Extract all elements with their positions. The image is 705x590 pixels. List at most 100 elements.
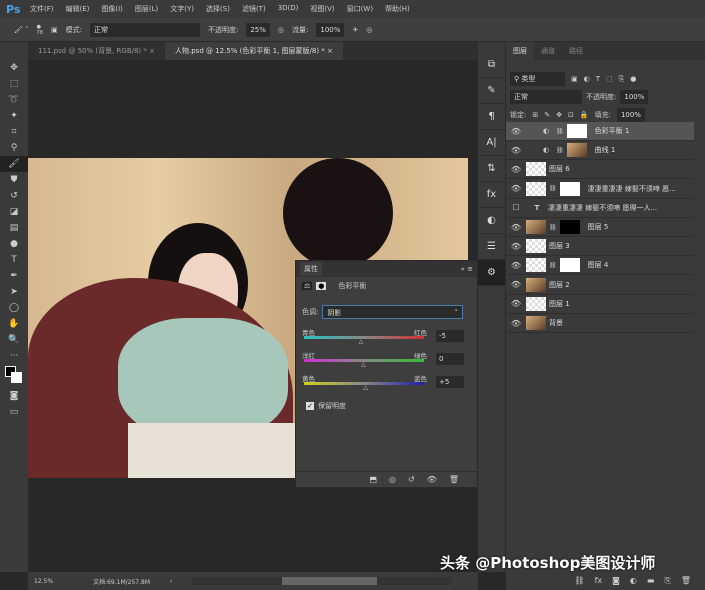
color-slider[interactable]: 洋红 绿色 △ 0 bbox=[296, 350, 479, 372]
layer-row[interactable]: 👁 图层 2 bbox=[506, 276, 694, 295]
lasso-tool-icon[interactable]: ➰ bbox=[0, 92, 28, 108]
brush-tool-icon[interactable]: 🖌 ˅ bbox=[14, 26, 29, 34]
menu-item[interactable]: 帮助(H) bbox=[385, 4, 410, 14]
adjustments-icon[interactable]: ◐ bbox=[478, 208, 505, 234]
layer-row[interactable]: 👁 ⛓ 凄凄重凄凄 嫁娶不须啼 愿... bbox=[506, 180, 694, 199]
status-menu-arrow[interactable]: › bbox=[170, 578, 172, 585]
new-layer-icon[interactable]: ⎘ bbox=[664, 576, 670, 586]
menu-item[interactable]: 3D(D) bbox=[278, 4, 299, 14]
layer-row[interactable]: 👁 背景 bbox=[506, 314, 694, 333]
marquee-tool-icon[interactable]: ⬚ bbox=[0, 76, 28, 92]
lock-position-icon[interactable]: ✥ bbox=[556, 111, 562, 119]
zoom-level[interactable]: 12.5% bbox=[34, 578, 53, 585]
flow-input[interactable]: 100% bbox=[316, 22, 345, 37]
filter-adjust-icon[interactable]: ◐ bbox=[584, 75, 590, 83]
eye-icon[interactable]: 👁 bbox=[506, 280, 526, 289]
filter-shape-icon[interactable]: ⬚ bbox=[606, 75, 613, 83]
menu-item[interactable]: 选择(S) bbox=[206, 4, 230, 14]
lock-all-icon[interactable]: 🔒 bbox=[580, 111, 589, 119]
menu-item[interactable]: 编辑(E) bbox=[66, 4, 90, 14]
eye-icon[interactable]: 👁 bbox=[506, 319, 526, 328]
layer-row[interactable]: 👁 ◐ ⛓ 曲线 1 bbox=[506, 141, 694, 161]
fill-input[interactable]: 100% bbox=[616, 108, 645, 122]
tab-111[interactable]: 111.psd @ 50% (背景, RGB/8) * × bbox=[28, 42, 165, 60]
menu-item[interactable]: 图层(L) bbox=[135, 4, 158, 14]
history-panel-icon[interactable]: ⧉ bbox=[478, 52, 505, 78]
lock-transparent-icon[interactable]: ⊞ bbox=[532, 111, 538, 119]
shape-tool-icon[interactable]: ◯ bbox=[0, 300, 28, 316]
eye-icon[interactable]: 👁 bbox=[506, 146, 526, 155]
paragraph-icon[interactable]: ¶ bbox=[478, 104, 505, 130]
layer-row[interactable]: 👁 ⛓ 图层 5 bbox=[506, 218, 694, 237]
reset-icon[interactable]: ↺ bbox=[408, 475, 415, 484]
menu-item[interactable]: 窗口(W) bbox=[347, 4, 373, 14]
visibility-icon[interactable]: 👁 bbox=[427, 475, 437, 484]
layer-filter-select[interactable]: ⚲ 类型 bbox=[510, 72, 565, 86]
fx-icon[interactable]: fx bbox=[595, 576, 603, 586]
properties-sliders-icon[interactable]: ☰ bbox=[478, 234, 505, 260]
brush-preset-picker[interactable]: ● 78 bbox=[37, 24, 43, 36]
eye-icon[interactable]: 👁 bbox=[506, 165, 526, 174]
layer-row[interactable]: 👁 图层 6 bbox=[506, 160, 694, 180]
brush-panel-icon[interactable]: ▣ bbox=[51, 26, 58, 34]
pen-tool-icon[interactable]: ✒ bbox=[0, 268, 28, 284]
dodge-tool-icon[interactable]: ● bbox=[0, 236, 28, 252]
hand-tool-icon[interactable]: ✋ bbox=[0, 316, 28, 332]
panel-menu-icon[interactable]: » ≡ bbox=[461, 265, 473, 273]
tone-select[interactable]: 阴影 ˅ bbox=[322, 305, 463, 319]
crop-tool-icon[interactable]: ⌗ bbox=[0, 124, 28, 140]
zoom-tool-icon[interactable]: 🔍 bbox=[0, 332, 28, 348]
color-balance-icon[interactable]: ⚖ bbox=[302, 282, 313, 290]
styles-icon[interactable]: fx bbox=[478, 182, 505, 208]
tab-renwu[interactable]: 人物.psd @ 12.5% (色彩平衡 1, 图层蒙版/8) * × bbox=[165, 42, 343, 60]
brush-presets-icon[interactable]: ✎ bbox=[478, 78, 505, 104]
layer-mask-thumbnail[interactable] bbox=[559, 220, 580, 234]
layer-row[interactable]: 👁 图层 3 bbox=[506, 237, 694, 257]
layer-row[interactable]: 👁 ◐ ⛓ 色彩平衡 1 bbox=[506, 122, 694, 141]
eraser-tool-icon[interactable]: ◪ bbox=[0, 204, 28, 220]
pressure-size-icon[interactable]: ◎ bbox=[366, 26, 372, 34]
delete-icon[interactable]: 🗑 bbox=[449, 475, 459, 484]
slider-value-input[interactable]: 0 bbox=[436, 353, 464, 365]
path-select-icon[interactable]: ➤ bbox=[0, 284, 28, 300]
layer-row[interactable]: 👁 ⛓ 图层 4 bbox=[506, 256, 694, 276]
link-layers-icon[interactable]: ⛓ bbox=[574, 576, 584, 586]
menu-item[interactable]: 文件(F) bbox=[30, 4, 54, 14]
layers-tab[interactable]: 通道 bbox=[534, 42, 562, 60]
slider-handle[interactable]: △ bbox=[359, 338, 364, 345]
lock-image-icon[interactable]: ✎ bbox=[544, 111, 550, 119]
new-group-icon[interactable]: ▬ bbox=[647, 576, 655, 586]
eye-icon[interactable]: 👁 bbox=[506, 242, 526, 251]
visibility-off-box[interactable]: ☐ bbox=[506, 203, 526, 212]
horizontal-scrollbar[interactable] bbox=[192, 577, 453, 585]
screen-mode-icon[interactable]: ▭ bbox=[0, 404, 28, 420]
more-tools-icon[interactable]: ··· bbox=[0, 348, 28, 364]
eye-icon[interactable]: 👁 bbox=[506, 299, 526, 308]
character-icon[interactable]: A| bbox=[478, 130, 505, 156]
mask-icon[interactable]: ● bbox=[316, 282, 327, 290]
menu-item[interactable]: 图像(I) bbox=[101, 4, 123, 14]
magic-wand-tool-icon[interactable]: ✦ bbox=[0, 108, 28, 124]
new-adjustment-icon[interactable]: ◐ bbox=[630, 576, 637, 586]
history-brush-icon[interactable]: ↺ bbox=[0, 188, 28, 204]
blend-mode-select[interactable]: 正常 bbox=[510, 90, 582, 104]
eyedropper-tool-icon[interactable]: ⚲ bbox=[0, 140, 28, 156]
mode-select[interactable]: 正常 bbox=[89, 22, 200, 37]
menu-item[interactable]: 滤镜(T) bbox=[242, 4, 266, 14]
layer-mask-thumbnail[interactable] bbox=[559, 181, 580, 196]
airbrush-icon[interactable]: ✈ bbox=[352, 26, 358, 34]
view-previous-icon[interactable]: ◎ bbox=[389, 475, 396, 484]
brush-tool-icon[interactable]: 🖌 bbox=[0, 156, 28, 172]
preserve-luminosity-checkbox[interactable]: ✓ bbox=[306, 402, 314, 410]
slider-value-input[interactable]: -5 bbox=[436, 330, 464, 342]
clip-to-layer-icon[interactable]: ⬒ bbox=[369, 475, 377, 484]
add-mask-icon[interactable]: ◙ bbox=[612, 576, 620, 586]
slider-handle[interactable]: △ bbox=[363, 384, 368, 391]
layer-row[interactable]: 👁 图层 1 bbox=[506, 295, 694, 314]
layer-opacity-input[interactable]: 100% bbox=[620, 90, 649, 104]
pressure-opacity-icon[interactable]: ◎ bbox=[278, 26, 284, 34]
properties-panel-icon[interactable]: ⚙ bbox=[478, 260, 505, 286]
color-swatches[interactable] bbox=[0, 364, 28, 388]
slider-track[interactable] bbox=[304, 336, 424, 339]
stamp-tool-icon[interactable]: ⛊ bbox=[0, 172, 28, 188]
